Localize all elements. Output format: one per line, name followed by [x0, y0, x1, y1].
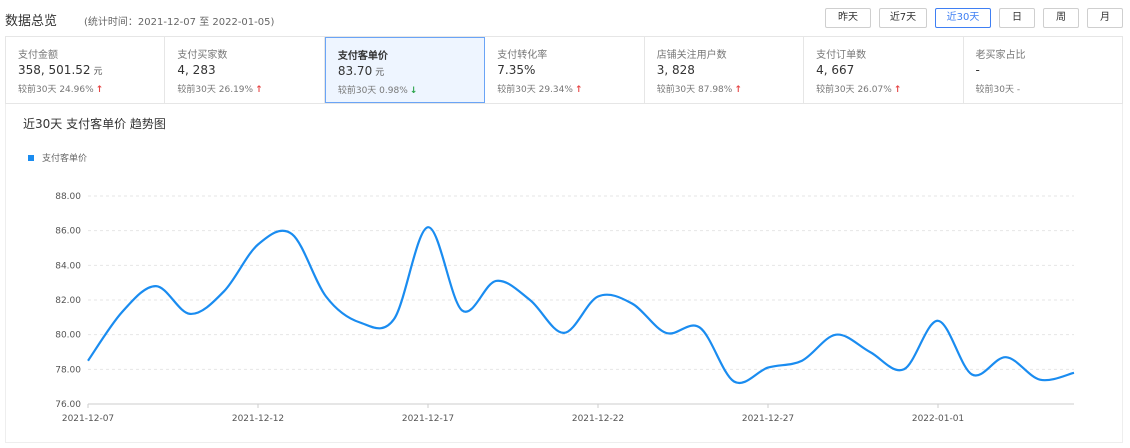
metric-card-avg-order-value[interactable]: 支付客单价 83.70 元 较前30天 0.98% ↓ [324, 37, 486, 103]
metric-card-orders[interactable]: 支付订单数 4, 667 较前30天 26.07% ↑ [804, 37, 964, 103]
arrow-up-icon: ↑ [95, 85, 104, 95]
metric-change: 26.19% [218, 85, 254, 95]
metric-value: 4, 667 [816, 63, 855, 77]
data-point [1003, 354, 1009, 360]
metric-label: 支付买家数 [177, 50, 228, 61]
data-point [799, 358, 805, 364]
data-point [629, 301, 635, 307]
metric-value: 4, 283 [177, 63, 216, 77]
arrow-up-icon: ↑ [893, 85, 902, 95]
data-point [663, 330, 669, 336]
metric-value: 3, 828 [656, 63, 695, 77]
metric-compare-label: 较前30天 [497, 85, 536, 95]
metric-compare-label: 较前30天 [975, 85, 1014, 95]
series-line [87, 226, 1075, 385]
metric-label: 老买家占比 [975, 50, 1026, 61]
metric-unit: 元 [93, 67, 103, 77]
data-point [595, 294, 601, 300]
x-tick-label: 2021-12-22 [572, 414, 624, 424]
data-point [119, 309, 125, 315]
metric-card-returning-buyers[interactable]: 老买家占比 - 较前30天 - [964, 37, 1123, 103]
metric-value: 358, 501.52 [18, 63, 91, 77]
metric-compare-label: 较前30天 [816, 85, 855, 95]
metric-label: 支付订单数 [816, 50, 867, 61]
metric-card-followers[interactable]: 店铺关注用户数 3, 828 较前30天 87.98% ↑ [645, 37, 805, 103]
data-point [1037, 377, 1043, 383]
data-point [459, 307, 465, 313]
metric-change: 87.98% [698, 85, 733, 95]
metric-unit: 元 [375, 68, 385, 78]
range-button-30days[interactable]: 近30天 [935, 8, 991, 28]
x-tick-label: 2021-12-12 [232, 414, 284, 424]
data-point [935, 318, 941, 324]
metric-compare-label: 较前30天 [337, 86, 377, 96]
metric-cards: 支付金额 358, 501.52 元 较前30天 24.96% ↑ 支付买家数 4,… [5, 36, 1123, 104]
data-point [561, 330, 567, 336]
metric-value: 83.70 [337, 64, 373, 78]
data-point [1071, 370, 1077, 376]
metric-change: - [1016, 85, 1021, 95]
y-tick-label: 88.00 [55, 192, 81, 202]
range-button-day[interactable]: 日 [999, 8, 1035, 28]
data-point [255, 242, 261, 248]
metric-change: 26.07% [857, 85, 892, 95]
data-point [697, 325, 703, 331]
metric-card-payment-amount[interactable]: 支付金额 358, 501.52 元 较前30天 24.96% ↑ [6, 37, 166, 103]
range-button-yesterday[interactable]: 昨天 [825, 8, 871, 28]
data-point [153, 283, 159, 289]
metric-change: 24.96% [59, 85, 94, 95]
metric-compare-label: 较前30天 [177, 85, 216, 95]
x-tick-label: 2021-12-27 [742, 414, 794, 424]
x-tick-label: 2022-01-01 [912, 414, 964, 424]
metric-value: - [975, 63, 980, 77]
data-point [391, 316, 397, 322]
data-point [969, 372, 975, 378]
overview-header: 数据总览 (统计时间：2021-12-07 至 2022-01-05) 昨天 近… [0, 0, 1130, 36]
data-point [901, 366, 907, 372]
y-tick-label: 82.00 [55, 296, 81, 306]
metric-label: 支付客单价 [337, 51, 388, 62]
y-tick-label: 78.00 [55, 365, 81, 375]
data-point [221, 288, 227, 294]
stat-period: (统计时间：2021-12-07 至 2022-01-05) [84, 17, 275, 28]
arrow-up-icon: ↑ [734, 85, 742, 95]
metric-label: 店铺关注用户数 [656, 50, 727, 61]
data-point [867, 349, 873, 355]
range-button-week[interactable]: 周 [1043, 8, 1079, 28]
metric-label: 支付金额 [18, 50, 58, 61]
x-tick-label: 2021-12-17 [402, 414, 454, 424]
data-point [85, 358, 91, 364]
y-tick-label: 84.00 [55, 261, 81, 271]
data-point [765, 365, 771, 371]
data-point [187, 311, 193, 317]
metric-change: 29.34% [538, 85, 573, 95]
data-point [493, 278, 499, 284]
data-point [833, 332, 839, 338]
data-point [527, 297, 533, 303]
x-tick-label: 2021-12-07 [62, 414, 114, 424]
metric-label: 支付转化率 [497, 50, 548, 61]
data-point [425, 224, 431, 230]
data-point [357, 320, 363, 326]
metric-compare-label: 较前30天 [656, 85, 696, 95]
trend-chart-panel: 近30天 支付客单价 趋势图 支付客单价 76.00 78.00 80.00 82.0… [5, 104, 1123, 443]
arrow-up-icon: ↑ [255, 85, 263, 95]
metric-card-buyers[interactable]: 支付买家数 4, 283 较前30天 26.19% ↑ [165, 37, 325, 103]
data-point [289, 231, 295, 237]
arrow-up-icon: ↑ [574, 85, 583, 95]
y-tick-label: 80.00 [55, 331, 81, 341]
page-title: 数据总览 [5, 14, 58, 29]
metric-value: 7.35% [497, 63, 536, 77]
metric-card-conversion-rate[interactable]: 支付转化率 7.35% 较前30天 29.34% ↑ [485, 37, 645, 103]
metric-change: 0.98% [379, 86, 408, 96]
metric-compare-label: 较前30天 [18, 85, 57, 95]
range-button-7days[interactable]: 近7天 [879, 8, 927, 28]
range-button-month[interactable]: 月 [1087, 8, 1123, 28]
trend-line-chart[interactable]: 76.00 78.00 80.00 82.00 84.00 86.00 88.00 2021-… [6, 104, 1122, 442]
arrow-down-icon: ↓ [409, 86, 418, 96]
y-tick-label: 86.00 [55, 227, 81, 237]
y-tick-label: 76.00 [55, 400, 81, 410]
data-point [323, 294, 329, 300]
data-point [731, 379, 737, 385]
